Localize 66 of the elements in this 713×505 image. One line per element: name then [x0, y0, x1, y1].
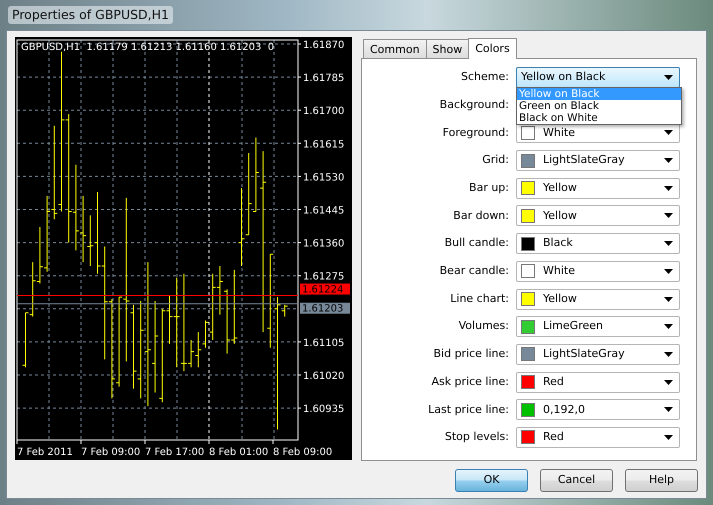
time-label: 8 Feb 09:00: [273, 447, 332, 458]
window-title: Properties of GBPUSD,H1: [8, 6, 174, 24]
price-label: 1.61020: [303, 371, 344, 382]
field-label: Bull candle:: [444, 235, 509, 252]
caret-icon: [664, 213, 673, 218]
price-label: 1.61870: [303, 40, 344, 51]
field-label: Background:: [440, 96, 509, 113]
field-label: Line chart:: [450, 290, 509, 307]
field-label: Bid price line:: [433, 346, 509, 362]
bid-price-label: 1.61203: [300, 302, 350, 315]
caret-icon: [664, 380, 673, 385]
price-label: 1.61615: [303, 139, 344, 150]
price-label: 1.60935: [303, 404, 344, 416]
tab[interactable]: Common: [363, 39, 427, 58]
dialog-button[interactable]: OK: [455, 469, 528, 492]
field-label: Foreground:: [442, 124, 509, 141]
color-dropdown[interactable]: 0,192,0: [516, 399, 680, 420]
caret-icon: [664, 268, 673, 274]
color-dropdown[interactable]: LimeGreen: [516, 316, 680, 338]
price-label: 1.61445: [303, 206, 344, 216]
caret-icon: [664, 186, 673, 191]
time-label: 7 Feb 09:00: [81, 447, 140, 458]
field-label: Last price line:: [428, 402, 509, 418]
time-label: 7 Feb 2011: [17, 447, 73, 458]
caret-icon: [664, 352, 673, 357]
field-label: Scheme:: [461, 69, 509, 86]
caret-icon: [664, 324, 673, 330]
price-label: 1.61530: [303, 172, 344, 184]
ask-price-label: 1.61224: [300, 284, 350, 296]
field-label: Grid:: [482, 152, 509, 168]
color-dropdown[interactable]: LightSlateGray: [516, 344, 680, 365]
price-label: 1.61275: [303, 272, 344, 283]
color-dropdown[interactable]: Red: [516, 372, 680, 393]
field-label: Volumes:: [458, 318, 509, 334]
caret-icon: [664, 434, 673, 440]
field-label: Ask price line:: [431, 374, 509, 390]
price-label: 1.61785: [303, 73, 344, 84]
caret-icon: [664, 241, 673, 246]
tab[interactable]: Colors: [468, 38, 517, 59]
color-dropdown[interactable]: Yellow: [516, 288, 680, 310]
caret-icon: [664, 407, 673, 412]
price-label: 1.61700: [303, 106, 344, 118]
chart-header: GBPUSD,H1 1.61179 1.61213 1.61160 1.61203 0: [21, 42, 274, 53]
color-dropdown[interactable]: Red: [516, 426, 680, 448]
field-label: Stop levels:: [444, 429, 509, 446]
time-label: 7 Feb 17:00: [145, 447, 204, 458]
dropdown-option[interactable]: Green on Black: [517, 100, 681, 112]
field-label: Bar down:: [453, 208, 509, 224]
color-dropdown[interactable]: White: [516, 260, 680, 282]
dialog-button[interactable]: Help: [625, 469, 698, 492]
price-label: 1.61360: [303, 238, 344, 250]
caret-icon: [664, 130, 673, 136]
caret-icon: [664, 158, 673, 164]
field-label: Bar up:: [469, 180, 509, 196]
time-label: 8 Feb 01:00: [209, 447, 268, 458]
caret-icon: [664, 296, 673, 302]
color-dropdown[interactable]: Yellow: [516, 178, 680, 199]
tab[interactable]: Show: [426, 39, 470, 58]
dropdown-option[interactable]: Black on White: [517, 112, 681, 124]
dialog-button[interactable]: Cancel: [540, 469, 613, 492]
price-label: 1.61105: [303, 338, 344, 349]
field-label: Bear candle:: [440, 263, 509, 280]
caret-icon: [664, 75, 673, 80]
color-dropdown[interactable]: Black: [516, 233, 680, 254]
color-dropdown[interactable]: Yellow: [516, 205, 680, 226]
color-dropdown[interactable]: LightSlateGray: [516, 150, 680, 172]
